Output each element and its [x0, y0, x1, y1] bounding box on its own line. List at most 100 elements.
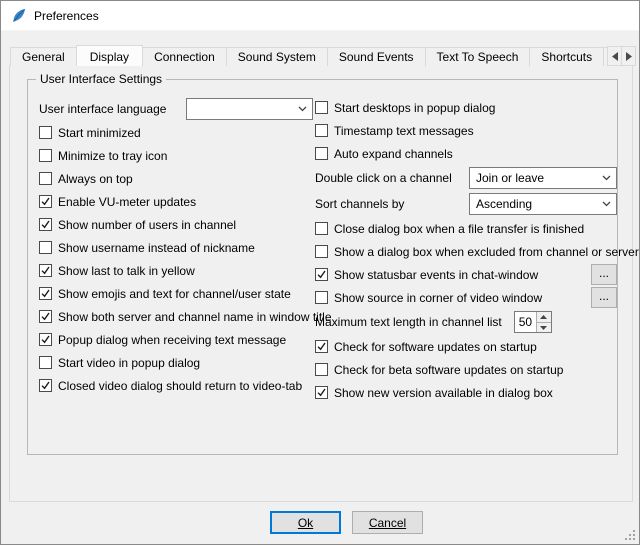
double-click-value: Join or leave [476, 171, 596, 185]
window-title: Preferences [34, 9, 99, 23]
check-icon [40, 380, 51, 391]
max-text-length-label: Maximum text length in channel list [315, 315, 502, 329]
checkbox-new-version-dialog[interactable]: Show new version available in dialog box [315, 381, 617, 404]
double-click-label: Double click on a channel [315, 171, 452, 185]
checkbox-label: Popup dialog when receiving text message [58, 333, 286, 347]
checkbox-box [315, 386, 328, 399]
sort-channels-label: Sort channels by [315, 197, 404, 211]
left-column: User interface language Start minimized … [39, 96, 313, 397]
checkbox-label: Minimize to tray icon [58, 149, 167, 163]
checkbox-label: Auto expand channels [334, 147, 453, 161]
sort-channels-value: Ascending [476, 197, 596, 211]
tab-sound-events[interactable]: Sound Events [327, 47, 426, 66]
sort-channels-select[interactable]: Ascending [469, 193, 617, 215]
tab-scroll-right-button[interactable] [621, 46, 636, 66]
checkbox-box [315, 340, 328, 353]
checkbox-minimize-to-tray[interactable]: Minimize to tray icon [39, 144, 313, 167]
spin-up-button[interactable] [537, 312, 551, 322]
checkbox-box [39, 218, 52, 231]
cancel-button[interactable]: Cancel [352, 511, 423, 534]
checkbox-popup-text-message[interactable]: Popup dialog when receiving text message [39, 328, 313, 351]
preferences-dialog: { "window": { "title": "Preferences" }, … [0, 0, 640, 545]
title-bar[interactable]: Preferences [1, 1, 639, 31]
tab-scroll-left-button[interactable] [607, 46, 622, 66]
checkbox-label: Show source in corner of video window [334, 291, 542, 305]
spin-down-button[interactable] [537, 322, 551, 332]
right-column: Start desktops in popup dialog Timestamp… [315, 96, 617, 404]
checkbox-video-source-corner[interactable]: Show source in corner of video window ..… [315, 286, 617, 309]
checkbox-close-filetransfer-dialog[interactable]: Close dialog box when a file transfer is… [315, 217, 617, 240]
tab-shortcuts[interactable]: Shortcuts [529, 47, 604, 66]
checkbox-timestamp-messages[interactable]: Timestamp text messages [315, 119, 617, 142]
checkbox-box [39, 172, 52, 185]
language-select[interactable] [186, 98, 313, 120]
checkbox-label: Show new version available in dialog box [334, 386, 553, 400]
dialog-buttons: Ok Cancel [270, 511, 423, 534]
check-icon [316, 387, 327, 398]
sort-channels-row: Sort channels by Ascending [315, 191, 617, 217]
checkbox-label: Check for beta software updates on start… [334, 363, 563, 377]
check-icon [40, 265, 51, 276]
checkbox-label: Show emojis and text for channel/user st… [58, 287, 291, 301]
checkbox-always-on-top[interactable]: Always on top [39, 167, 313, 190]
tab-general[interactable]: General [10, 47, 77, 66]
chevron-down-icon [602, 175, 611, 181]
ok-button[interactable]: Ok [270, 511, 341, 534]
checkbox-show-user-count[interactable]: Show number of users in channel [39, 213, 313, 236]
tab-text-to-speech[interactable]: Text To Speech [425, 47, 531, 66]
spin-buttons [536, 312, 551, 332]
check-icon [40, 311, 51, 322]
max-text-length-value: 50 [515, 312, 536, 332]
checkbox-box [315, 291, 328, 304]
check-icon [316, 341, 327, 352]
check-icon [40, 334, 51, 345]
checkbox-label: Start video in popup dialog [58, 356, 200, 370]
checkbox-label: Close dialog box when a file transfer is… [334, 222, 584, 236]
checkbox-statusbar-events[interactable]: Show statusbar events in chat-window ... [315, 263, 617, 286]
checkbox-box [39, 379, 52, 392]
checkbox-label: Timestamp text messages [334, 124, 474, 138]
tab-display[interactable]: Display [76, 45, 143, 66]
checkbox-desktops-popup[interactable]: Start desktops in popup dialog [315, 96, 617, 119]
checkbox-start-minimized[interactable]: Start minimized [39, 121, 313, 144]
checkbox-box [315, 268, 328, 281]
spin-up-icon [540, 315, 547, 319]
checkbox-label: Enable VU-meter updates [58, 195, 196, 209]
statusbar-events-more-button[interactable]: ... [591, 264, 617, 285]
tab-scrollers [607, 46, 635, 66]
checkbox-label: Show number of users in channel [58, 218, 236, 232]
checkbox-excluded-dialog[interactable]: Show a dialog box when excluded from cha… [315, 240, 617, 263]
resize-grip-icon[interactable] [623, 528, 636, 541]
checkbox-emojis-text-state[interactable]: Show emojis and text for channel/user st… [39, 282, 313, 305]
checkbox-box [39, 195, 52, 208]
checkbox-auto-expand-channels[interactable]: Auto expand channels [315, 142, 617, 165]
checkbox-box [39, 310, 52, 323]
checkbox-software-updates[interactable]: Check for software updates on startup [315, 335, 617, 358]
tab-connection[interactable]: Connection [142, 47, 227, 66]
checkbox-label: Check for software updates on startup [334, 340, 537, 354]
check-icon [40, 288, 51, 299]
checkbox-server-channel-title[interactable]: Show both server and channel name in win… [39, 305, 313, 328]
checkbox-label: Show both server and channel name in win… [58, 310, 332, 324]
checkbox-box [39, 356, 52, 369]
cancel-button-label: Cancel [369, 516, 406, 530]
checkbox-box [39, 126, 52, 139]
checkbox-vu-meter-updates[interactable]: Enable VU-meter updates [39, 190, 313, 213]
video-source-more-button[interactable]: ... [591, 287, 617, 308]
group-title: User Interface Settings [36, 72, 166, 86]
checkbox-video-popup[interactable]: Start video in popup dialog [39, 351, 313, 374]
language-label: User interface language [39, 102, 166, 116]
checkbox-video-return-tab[interactable]: Closed video dialog should return to vid… [39, 374, 313, 397]
checkbox-label: Always on top [58, 172, 133, 186]
checkbox-beta-updates[interactable]: Check for beta software updates on start… [315, 358, 617, 381]
checkbox-last-talk-yellow[interactable]: Show last to talk in yellow [39, 259, 313, 282]
checkbox-box [315, 147, 328, 160]
checkbox-label: Start desktops in popup dialog [334, 101, 495, 115]
display-tab-page: User Interface Settings User interface l… [9, 65, 633, 502]
checkbox-username-instead-nickname[interactable]: Show username instead of nickname [39, 236, 313, 259]
tab-sound-system[interactable]: Sound System [226, 47, 328, 66]
tab-scroll-left-icon [612, 52, 618, 61]
double-click-channel-select[interactable]: Join or leave [469, 167, 617, 189]
checkbox-box [315, 101, 328, 114]
max-text-length-spinbox[interactable]: 50 [514, 311, 552, 333]
